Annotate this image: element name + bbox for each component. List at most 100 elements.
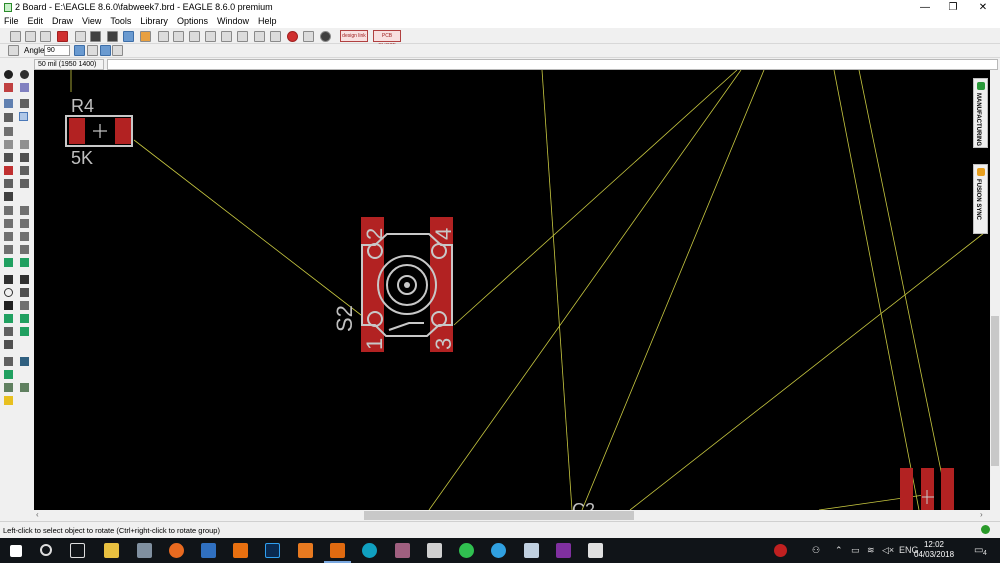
app-icon[interactable] <box>362 543 377 558</box>
file-explorer-icon[interactable] <box>104 543 119 558</box>
move-icon[interactable] <box>20 99 29 108</box>
change-icon[interactable] <box>20 153 29 162</box>
app-icon[interactable] <box>201 543 216 558</box>
board-canvas[interactable]: R4 5K 2 4 1 3 S2 C2 <box>34 70 990 510</box>
angle-select[interactable]: 90 <box>44 45 70 56</box>
telegram-icon[interactable] <box>491 543 506 558</box>
volume-icon[interactable]: ◁× <box>882 545 894 556</box>
vertical-scrollbar[interactable] <box>990 70 1000 510</box>
start-icon[interactable] <box>10 545 22 557</box>
arc-icon[interactable] <box>20 288 29 297</box>
drc-icon[interactable] <box>4 383 13 392</box>
rotate-icon[interactable] <box>19 112 28 121</box>
photoshop-icon[interactable] <box>265 543 280 558</box>
route-icon[interactable] <box>20 219 29 228</box>
firefox-icon[interactable] <box>169 543 184 558</box>
calculator-icon[interactable] <box>427 543 442 558</box>
polygon-icon[interactable] <box>20 301 29 310</box>
menu-edit[interactable]: Edit <box>28 15 44 28</box>
part-r4[interactable]: R4 5K <box>65 96 133 168</box>
task-view-icon[interactable] <box>70 543 85 558</box>
layer-top-icon[interactable] <box>100 45 111 56</box>
split-icon[interactable] <box>20 206 29 215</box>
errors-icon[interactable] <box>20 383 29 392</box>
wifi-icon[interactable]: ≋ <box>867 545 875 556</box>
lock-icon[interactable] <box>4 179 13 188</box>
menu-view[interactable]: View <box>82 15 101 28</box>
info-icon[interactable] <box>4 70 13 79</box>
manufacturing-tab[interactable]: MANUFACTURING <box>973 78 988 148</box>
print-icon[interactable] <box>57 31 68 42</box>
warning-icon[interactable] <box>4 396 13 405</box>
photos-icon[interactable] <box>588 543 603 558</box>
search-icon[interactable] <box>40 544 52 556</box>
clock[interactable]: 12:02 04/03/2018 <box>914 540 954 560</box>
redraw-icon[interactable] <box>237 31 248 42</box>
slice-icon[interactable] <box>4 245 13 254</box>
network-icon[interactable]: ▭ <box>851 545 860 556</box>
autorouter-icon[interactable] <box>4 258 13 267</box>
replace-icon[interactable] <box>20 166 29 175</box>
menu-window[interactable]: Window <box>217 15 249 28</box>
name-icon[interactable] <box>4 192 13 201</box>
hole-icon[interactable] <box>4 327 13 336</box>
tray-chevron-icon[interactable]: ⌃ <box>835 545 843 556</box>
design-link-button[interactable]: design link <box>340 30 368 42</box>
eagle-taskbar-icon[interactable] <box>324 543 351 563</box>
menu-tools[interactable]: Tools <box>110 15 131 28</box>
ripup-icon[interactable] <box>20 232 29 241</box>
horizontal-scrollbar[interactable]: ‹ › <box>34 510 990 521</box>
board-drawing[interactable]: R4 5K 2 4 1 3 S2 C2 <box>34 70 990 510</box>
autoroute-all-icon[interactable] <box>20 357 29 366</box>
ratsnest-icon[interactable] <box>4 357 13 366</box>
menu-options[interactable]: Options <box>177 15 208 28</box>
spin-icon[interactable] <box>87 45 98 56</box>
via-icon[interactable] <box>4 314 13 323</box>
menu-help[interactable]: Help <box>258 15 277 28</box>
menu-draw[interactable]: Draw <box>52 15 73 28</box>
align-icon[interactable] <box>4 127 13 136</box>
whatsapp-icon[interactable] <box>459 543 474 558</box>
pcb-quote-button[interactable]: PCB QUOTE <box>373 30 401 49</box>
layer-bottom-icon[interactable] <box>112 45 123 56</box>
app-icon[interactable] <box>524 543 539 558</box>
display-layers-icon[interactable] <box>4 83 13 92</box>
people-icon[interactable]: ⚇ <box>812 545 820 556</box>
zoom-fit-icon[interactable] <box>158 31 169 42</box>
close-button[interactable]: ✕ <box>968 0 998 15</box>
part-s2[interactable]: 2 4 1 3 S2 <box>332 217 456 352</box>
script-icon[interactable] <box>123 31 134 42</box>
wire-icon[interactable] <box>4 275 13 284</box>
show-icon[interactable] <box>20 70 29 79</box>
command-input[interactable] <box>107 59 998 70</box>
mark-icon[interactable] <box>20 83 29 92</box>
new-icon[interactable] <box>10 31 21 42</box>
smash-icon[interactable] <box>20 179 29 188</box>
open-icon[interactable] <box>25 31 36 42</box>
value-icon[interactable] <box>4 206 13 215</box>
redo-icon[interactable] <box>270 31 281 42</box>
fusion360-icon[interactable] <box>298 543 313 558</box>
scroll-right-icon[interactable]: › <box>980 510 983 519</box>
go-icon[interactable] <box>303 31 314 42</box>
paste-icon[interactable] <box>20 140 29 149</box>
text-icon[interactable] <box>20 275 29 284</box>
horizontal-scroll-thumb[interactable] <box>364 511 634 520</box>
mirror-icon[interactable] <box>74 45 85 56</box>
fanout-icon[interactable] <box>20 245 29 254</box>
menu-library[interactable]: Library <box>140 15 168 28</box>
undo-icon[interactable] <box>254 31 265 42</box>
copy-icon[interactable] <box>4 140 13 149</box>
onenote-icon[interactable] <box>556 543 571 558</box>
signal-icon[interactable] <box>20 314 29 323</box>
grid-icon[interactable] <box>8 45 19 56</box>
circle-icon[interactable] <box>4 288 13 297</box>
minimize-button[interactable]: — <box>910 0 940 15</box>
delete-icon[interactable] <box>4 153 13 162</box>
part-c2[interactable]: C2 <box>572 500 595 510</box>
add-icon[interactable] <box>4 166 13 175</box>
stop-icon[interactable] <box>287 31 298 42</box>
meander-icon[interactable] <box>4 232 13 241</box>
scroll-left-icon[interactable]: ‹ <box>36 510 39 519</box>
optimize-icon[interactable] <box>4 219 13 228</box>
